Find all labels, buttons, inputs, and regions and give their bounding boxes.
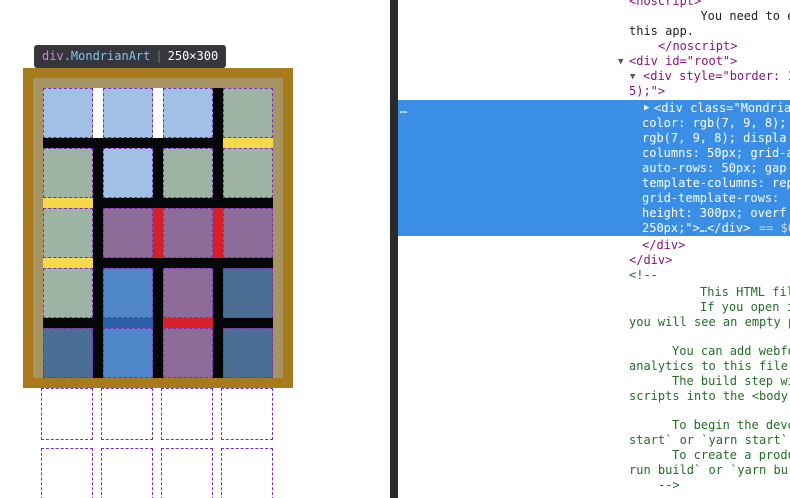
grid-gap xyxy=(153,88,163,138)
dom-line[interactable]: columns: 50px; grid-a xyxy=(642,146,790,161)
comment-line: This HTML file is xyxy=(700,285,790,299)
comment-line: If you open it di xyxy=(700,300,790,314)
collapse-triangle-icon[interactable]: ▶ xyxy=(644,103,649,113)
tooltip-tag: div xyxy=(42,49,64,63)
node-actions-dots[interactable]: … xyxy=(400,102,407,117)
grid-cell xyxy=(223,88,273,138)
grid-cell xyxy=(103,208,153,258)
dom-line[interactable]: You need to ena xyxy=(686,9,790,24)
grid-cell xyxy=(163,88,213,138)
grid-cell xyxy=(223,268,273,318)
tooltip-size: 250×300 xyxy=(167,49,219,63)
overflow-cell xyxy=(41,388,93,440)
overflow-cell xyxy=(101,448,153,498)
grid-cell xyxy=(163,328,213,378)
grid-cell xyxy=(103,88,153,138)
grid-cell xyxy=(43,328,93,378)
grid-cell xyxy=(43,148,93,198)
comment-line: you will see an empty p xyxy=(629,315,790,329)
dom-line[interactable]: template-columns: rep xyxy=(642,176,790,191)
red-bar xyxy=(163,318,213,328)
overflow-cell xyxy=(41,448,93,498)
grid-cell xyxy=(163,268,213,318)
element-tooltip: div.MondrianArt | 250×300 xyxy=(34,45,227,68)
yellow-bar xyxy=(223,138,273,148)
selected-node[interactable]: … ▶ <div class="Mondria color: rgb(7, 9,… xyxy=(398,100,790,236)
blue-bar xyxy=(103,318,153,328)
overflow-cell xyxy=(161,448,213,498)
dom-line[interactable]: grid-template-rows: xyxy=(642,191,787,206)
dom-line[interactable]: rgb(7, 9, 8); displa xyxy=(642,131,787,146)
grid-cell xyxy=(43,268,93,318)
overflow-cell xyxy=(101,388,153,440)
dom-line[interactable]: this app. xyxy=(629,24,694,39)
grid-cell xyxy=(103,268,153,318)
grid-line-v1 xyxy=(93,138,103,378)
dom-line[interactable]: </div> xyxy=(629,253,672,268)
yellow-bar xyxy=(43,258,93,268)
grid-cell xyxy=(223,208,273,258)
comment-line: To begin the deve xyxy=(672,418,790,432)
comment-line: start` or `yarn start` xyxy=(629,433,788,447)
red-bar xyxy=(213,208,223,258)
tooltip-separator: | xyxy=(155,49,163,63)
grid-line-v2 xyxy=(153,138,163,378)
comment-line[interactable]: <!-- xyxy=(629,268,658,283)
dom-line[interactable]: 5);"> xyxy=(629,84,665,99)
comment-line: The build step wi xyxy=(672,374,790,388)
grid-cell xyxy=(103,148,153,198)
dom-line[interactable]: <div class="Mondria xyxy=(654,101,790,116)
yellow-bar xyxy=(43,198,93,208)
grid-cell xyxy=(43,88,93,138)
comment-line: run build` or `yarn bu xyxy=(629,463,788,477)
page-viewport: div.MondrianArt | 250×300 xyxy=(0,0,390,498)
grid-cell xyxy=(163,208,213,258)
comment-line: You can add webfo xyxy=(672,344,790,358)
dom-line[interactable]: <div id="root"> xyxy=(629,54,737,69)
comment-line: To create a produ xyxy=(672,448,790,462)
devtools-divider[interactable] xyxy=(390,0,398,498)
tooltip-class: .MondrianArt xyxy=(63,49,151,63)
grid-cell xyxy=(163,148,213,198)
grid-gap xyxy=(93,88,103,138)
expand-triangle-icon[interactable]: ▼ xyxy=(618,57,623,67)
devtools-elements-panel: <noscript> You need to ena this app. </n… xyxy=(398,0,790,498)
grid-cell xyxy=(223,328,273,378)
dom-line[interactable]: height: 300px; overf xyxy=(642,206,787,221)
overflow-cell xyxy=(221,388,273,440)
comment-line: scripts into the <body xyxy=(629,389,788,403)
dom-line[interactable]: auto-rows: 50px; gap xyxy=(642,161,787,176)
console-ref: == $0 xyxy=(759,221,790,235)
dom-line[interactable]: </noscript> xyxy=(658,39,737,54)
grid-cell xyxy=(103,328,153,378)
comment-line: analytics to this file xyxy=(629,359,788,373)
overflow-cell xyxy=(161,388,213,440)
dom-line[interactable]: <noscript> xyxy=(629,0,701,9)
expand-triangle-icon[interactable]: ▼ xyxy=(630,72,635,82)
dom-line[interactable]: <div style="border: 1 xyxy=(643,69,790,84)
red-bar xyxy=(153,208,163,258)
grid-cell xyxy=(223,148,273,198)
overflow-cell xyxy=(221,448,273,498)
dom-line[interactable]: 250px;">…</div> xyxy=(642,221,750,236)
grid-cell xyxy=(43,208,93,258)
dom-line[interactable]: </div> xyxy=(642,238,685,253)
dom-line[interactable]: color: rgb(7, 9, 8); xyxy=(642,116,787,131)
comment-line: --> xyxy=(658,478,680,492)
